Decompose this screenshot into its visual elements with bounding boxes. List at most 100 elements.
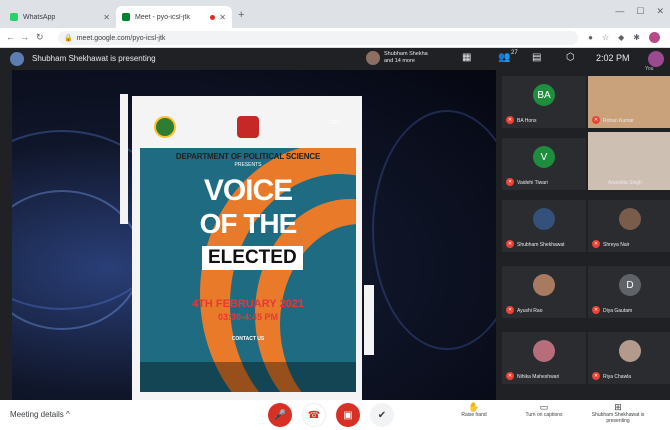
avatar	[619, 340, 641, 362]
background-swirl	[372, 110, 496, 350]
poster-footer	[140, 362, 356, 392]
avatar	[366, 51, 380, 65]
avatar: BA	[533, 84, 555, 106]
reload-icon[interactable]: ↻	[36, 32, 44, 43]
mic-off-icon: ✕	[506, 306, 514, 314]
participant-tile[interactable]: ✕ Ayushi Rao	[502, 266, 586, 318]
mic-off-icon: ✕	[592, 372, 600, 380]
close-icon[interactable]: ✕	[103, 13, 110, 22]
url-bar[interactable]: 🔒 meet.google.com/pyo-icsl-jtk	[58, 31, 578, 45]
window-controls: — ☐ ✕	[615, 6, 664, 17]
chevron-up-icon: ^	[66, 410, 70, 419]
edition-label: 11th	[328, 120, 340, 126]
recording-dot-icon	[210, 14, 216, 20]
extension-icons: ● ☆ ◆ ✱	[588, 32, 660, 43]
poster-frame-strip	[364, 285, 374, 355]
layout-icon[interactable]: ▦	[462, 52, 471, 63]
mic-off-icon: 🎤	[273, 409, 287, 421]
hand-icon: ✋	[468, 402, 480, 412]
browser-tab-bar: WhatsApp ✕ Meet - pyo-icsl-jtk ✕ + — ☐ ✕	[0, 0, 670, 28]
captions-icon: ▭	[539, 402, 549, 412]
close-window-icon[interactable]: ✕	[656, 6, 664, 17]
participant-video-tile[interactable]: Anandita Singh	[588, 132, 670, 190]
participant-video-tile[interactable]: ✕ Rohan Kumar	[588, 76, 670, 128]
tab-whatsapp[interactable]: WhatsApp ✕	[4, 6, 116, 28]
forward-icon[interactable]: →	[20, 32, 29, 42]
meet-bottom-bar: Meeting details ^ 🎤 ☎ ▣ ✔ ✋ Raise hand ▭…	[0, 400, 670, 430]
meeting-details-button[interactable]: Meeting details ^	[10, 410, 70, 419]
whatsapp-icon	[10, 13, 18, 21]
poster-presents: PRESENTS	[234, 162, 262, 168]
poster-date: 4TH FEBRUARY 2021	[192, 298, 304, 310]
presenting-button[interactable]: ⊞ Shubham Shekhawat is presenting	[588, 402, 648, 425]
mic-toggle-button[interactable]: 🎤	[268, 403, 292, 427]
mic-off-icon: ✕	[592, 116, 600, 124]
avatar[interactable]	[648, 51, 664, 67]
camera-toggle-button[interactable]: ▣	[336, 403, 360, 427]
people-icon[interactable]: 👥	[498, 52, 510, 63]
participant-tile[interactable]: ✕ Nihika Maheshwari	[502, 332, 586, 384]
participant-tile[interactable]: ✕ Shubham Shekhawat	[502, 200, 586, 252]
clock: 2:02 PM	[596, 53, 630, 63]
avatar: V	[533, 146, 555, 168]
poster-title: OF THE	[199, 208, 298, 239]
college-logo	[154, 116, 176, 138]
lock-icon: 🔒	[64, 35, 73, 42]
maximize-icon[interactable]: ☐	[636, 6, 644, 17]
avatar	[533, 208, 555, 230]
mic-off-icon: ✕	[506, 372, 514, 380]
present-icon: ⊞	[614, 402, 622, 412]
more-actions-button[interactable]: ✔	[370, 403, 394, 427]
new-tab-button[interactable]: +	[238, 9, 244, 21]
poster-contact: CONTACT US	[231, 336, 265, 342]
address-bar-row: ← → ↻ 🔒 meet.google.com/pyo-icsl-jtk ● ☆…	[0, 28, 670, 48]
meet-main: Shubham Shekhawat is presenting Shubham …	[0, 48, 670, 400]
phone-hangup-icon: ☎	[307, 409, 321, 421]
avatar	[533, 340, 555, 362]
poster-title: ELECTED	[202, 246, 303, 270]
puzzle-icon[interactable]: ✱	[633, 33, 640, 42]
mic-off-icon: ✕	[506, 240, 514, 248]
event-poster: 11th DEPARTMENT OF POLITICAL SCIENCE PRE…	[140, 104, 356, 392]
check-icon: ✔	[377, 409, 387, 421]
chat-icon[interactable]: ▤	[532, 52, 541, 63]
leave-call-button[interactable]: ☎	[302, 403, 326, 427]
participant-tile[interactable]: BA ✕ BA Hons	[502, 76, 586, 128]
minimize-icon[interactable]: —	[615, 6, 624, 17]
camera-off-icon: ▣	[343, 409, 353, 421]
meet-icon	[122, 13, 130, 21]
participant-tile[interactable]: ✕ Riya Chawla	[588, 332, 670, 384]
camera-icon[interactable]: ●	[588, 33, 593, 42]
tab-meet[interactable]: Meet - pyo-icsl-jtk ✕	[116, 6, 232, 28]
activities-icon[interactable]: ⬡	[566, 52, 575, 63]
star-icon[interactable]: ☆	[602, 33, 609, 42]
society-logo	[237, 116, 259, 138]
profile-avatar[interactable]	[649, 32, 660, 43]
meet-window: WhatsApp ✕ Meet - pyo-icsl-jtk ✕ + — ☐ ✕…	[0, 0, 670, 430]
participant-tile[interactable]: ✕ Shreya Nair	[588, 200, 670, 252]
avatar	[533, 274, 555, 296]
participant-count: 27	[511, 50, 518, 56]
host-chip[interactable]: Shubham Shekha and 14 more	[366, 51, 432, 65]
poster-department: DEPARTMENT OF POLITICAL SCIENCE	[175, 152, 321, 161]
back-icon[interactable]: ←	[6, 32, 15, 42]
presentation-stage: 11th DEPARTMENT OF POLITICAL SCIENCE PRE…	[12, 70, 496, 400]
participant-tile[interactable]: D ✕ Diya Gautam	[588, 266, 670, 318]
poster-title: VOICE	[203, 174, 293, 207]
close-icon[interactable]: ✕	[219, 13, 226, 22]
participant-tile[interactable]: V ✕ Vaidehi Tiwari	[502, 138, 586, 190]
raise-hand-button[interactable]: ✋ Raise hand	[444, 402, 504, 419]
participant-grid: BA ✕ BA Hons ✕ Rohan Kumar V ✕ Vaidehi T…	[500, 70, 670, 400]
captions-button[interactable]: ▭ Turn on captions	[514, 402, 574, 419]
mic-off-icon: ✕	[506, 116, 514, 124]
meet-top-bar: Shubham Shekhawat is presenting Shubham …	[0, 48, 670, 72]
mic-off-icon: ✕	[592, 240, 600, 248]
mic-off-icon: ✕	[506, 178, 514, 186]
poster-time: 03:30-4:45 PM	[217, 312, 279, 322]
poster-frame-strip	[120, 94, 128, 224]
presenter-avatar	[10, 52, 24, 66]
presenting-text: Shubham Shekhawat is presenting	[32, 54, 156, 63]
extension-icon[interactable]: ◆	[618, 33, 624, 42]
avatar	[619, 208, 641, 230]
avatar: D	[619, 274, 641, 296]
